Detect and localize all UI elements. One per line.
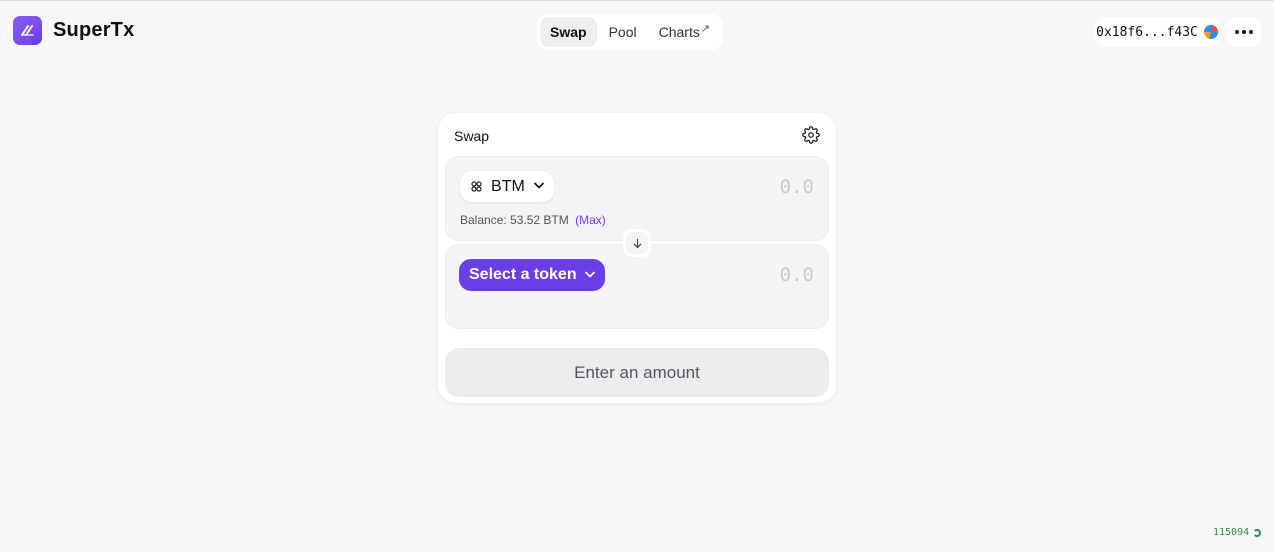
block-number-indicator[interactable]: 115094 — [1213, 527, 1262, 538]
to-amount-input[interactable] — [654, 261, 814, 289]
nav-charts-label: Charts — [658, 24, 700, 40]
switch-tokens-button[interactable] — [623, 229, 651, 257]
settings-button[interactable] — [802, 126, 820, 144]
wallet-button[interactable]: 0x18f6...f43C — [1095, 17, 1219, 47]
arrow-down-icon — [633, 238, 641, 248]
main-nav: Swap Pool Charts ↗ — [537, 14, 724, 50]
status-dot-icon — [1253, 528, 1262, 537]
select-token-button[interactable]: Select a token — [459, 259, 605, 291]
more-horizontal-icon — [1234, 30, 1239, 34]
from-amount-input[interactable] — [654, 173, 814, 201]
block-number: 115094 — [1213, 527, 1250, 538]
from-balance: Balance: 53.52 BTM (Max) — [460, 213, 606, 227]
app-name: SuperTx — [53, 19, 135, 41]
enter-amount-button[interactable]: Enter an amount — [445, 348, 829, 397]
nav-swap-label: Swap — [550, 24, 587, 40]
wallet-address: 0x18f6...f43C — [1096, 24, 1198, 40]
more-dot — [1248, 30, 1253, 34]
external-link-icon: ↗ — [700, 22, 711, 35]
from-token-selector[interactable]: BTM — [460, 171, 554, 202]
swap-card: Swap BTM Balance: 53.52 BTM — [438, 113, 836, 403]
nav-pool[interactable]: Pool — [599, 17, 647, 47]
wallet-avatar-icon — [1203, 25, 1218, 39]
from-token-symbol: BTM — [491, 177, 525, 195]
chevron-down-icon — [584, 270, 595, 281]
supertx-logo-icon — [13, 16, 42, 45]
select-token-label: Select a token — [469, 266, 577, 283]
balance-text: Balance: 53.52 BTM — [460, 213, 569, 227]
more-dot — [1241, 30, 1246, 34]
chevron-down-icon — [533, 181, 544, 192]
app-logo[interactable]: SuperTx — [13, 16, 134, 45]
nav-pool-label: Pool — [608, 24, 637, 40]
btm-token-icon — [470, 181, 482, 193]
max-button[interactable]: (Max) — [575, 213, 606, 227]
top-border — [0, 0, 1274, 1]
more-menu-button[interactable] — [1226, 17, 1261, 47]
gear-icon — [802, 126, 820, 144]
nav-swap[interactable]: Swap — [540, 17, 597, 47]
nav-charts[interactable]: Charts ↗ — [649, 17, 720, 47]
swap-title: Swap — [454, 128, 490, 144]
